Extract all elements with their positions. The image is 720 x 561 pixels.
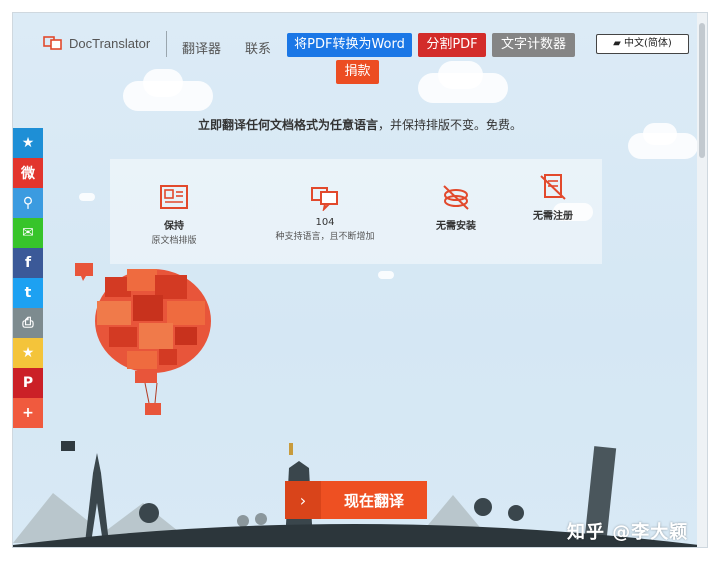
- feature-keep-layout: 保持 原文档排版: [114, 159, 234, 246]
- cloud-decoration: [438, 61, 483, 89]
- weibo-share-button[interactable]: 微: [13, 158, 43, 188]
- facebook-icon: f: [24, 255, 32, 271]
- logo-icon: [43, 35, 63, 51]
- star-share-button[interactable]: ★: [13, 338, 43, 368]
- language-label: 中文(简体): [624, 38, 672, 49]
- translate-now-button[interactable]: › 现在翻译: [285, 481, 427, 519]
- feature-subtitle: 种支持语言，且不断增加: [275, 232, 375, 242]
- wechat-share-button[interactable]: ✉: [13, 218, 43, 248]
- tagline-bold: 立即翻译任何文档格式为任意语言: [197, 118, 378, 132]
- donate-button[interactable]: 捐款: [336, 60, 379, 84]
- print-icon: ⎙: [22, 315, 34, 331]
- more-share-button[interactable]: +: [13, 398, 43, 428]
- favorite-icon: ★: [21, 135, 35, 151]
- scrollbar-thumb[interactable]: [699, 23, 705, 158]
- browser-viewport: DocTranslator 翻译器 联系 将PDF转换为Word 分割PDF 文…: [12, 12, 708, 548]
- facebook-share-button[interactable]: f: [13, 248, 43, 278]
- cloud-decoration: [79, 193, 95, 201]
- more-icon: +: [22, 405, 34, 421]
- cloud-decoration: [378, 271, 394, 279]
- print-share-button[interactable]: ⎙: [13, 308, 43, 338]
- twitter-share-button[interactable]: t: [13, 278, 43, 308]
- header-divider: [166, 31, 167, 57]
- pdf-to-word-button[interactable]: 将PDF转换为Word: [287, 33, 412, 57]
- people-share-button[interactable]: ⚲: [13, 188, 43, 218]
- feature-subtitle: 原文档排版: [151, 236, 197, 246]
- people-icon: ⚲: [22, 195, 34, 211]
- brand-name: DocTranslator: [69, 35, 151, 51]
- features-panel: 保持 原文档排版 104 种支持语言，且不断增加 无需安装 无需注册: [110, 159, 602, 264]
- vertical-scrollbar[interactable]: [697, 13, 707, 547]
- no-install-icon: [441, 183, 471, 211]
- feature-no-register: 无需注册: [493, 159, 613, 222]
- watermark: 知乎 @李大颖: [567, 522, 689, 543]
- split-pdf-button[interactable]: 分割PDF: [418, 33, 486, 57]
- feature-title: 保持: [164, 221, 184, 232]
- twitter-icon: t: [24, 285, 32, 301]
- favorite-share-button[interactable]: ★: [13, 128, 43, 158]
- tagline: 立即翻译任何文档格式为任意语言，并保持排版不变。免费。: [13, 116, 707, 133]
- feature-title: 104: [315, 217, 335, 228]
- speech-bubbles-icon: [310, 183, 340, 213]
- wechat-icon: ✉: [22, 225, 34, 241]
- nav-translator[interactable]: 翻译器: [182, 38, 221, 57]
- chevron-right-icon: ›: [285, 481, 321, 519]
- no-register-icon: [538, 173, 568, 201]
- cloud-decoration: [143, 69, 183, 97]
- feature-languages: 104 种支持语言，且不断增加: [260, 159, 390, 242]
- chat-icon: ▰: [613, 38, 625, 49]
- social-share-bar: ★ 微 ⚲ ✉ f t ⎙ ★ P +: [13, 128, 43, 428]
- balloon-illustration: [75, 263, 211, 415]
- nav-contact[interactable]: 联系: [245, 38, 271, 57]
- star-icon: ★: [21, 345, 35, 361]
- language-selector[interactable]: ▰ 中文(简体): [596, 34, 689, 54]
- brand-logo[interactable]: DocTranslator: [43, 31, 167, 57]
- tagline-rest: ，并保持排版不变。免费。: [378, 118, 523, 132]
- translate-now-label: 现在翻译: [343, 491, 404, 510]
- feature-title: 无需注册: [533, 211, 573, 222]
- pinterest-icon: P: [22, 375, 34, 391]
- pinterest-share-button[interactable]: P: [13, 368, 43, 398]
- weibo-icon: 微: [21, 166, 35, 182]
- layout-icon: [159, 183, 189, 211]
- word-counter-button[interactable]: 文字计数器: [492, 33, 575, 57]
